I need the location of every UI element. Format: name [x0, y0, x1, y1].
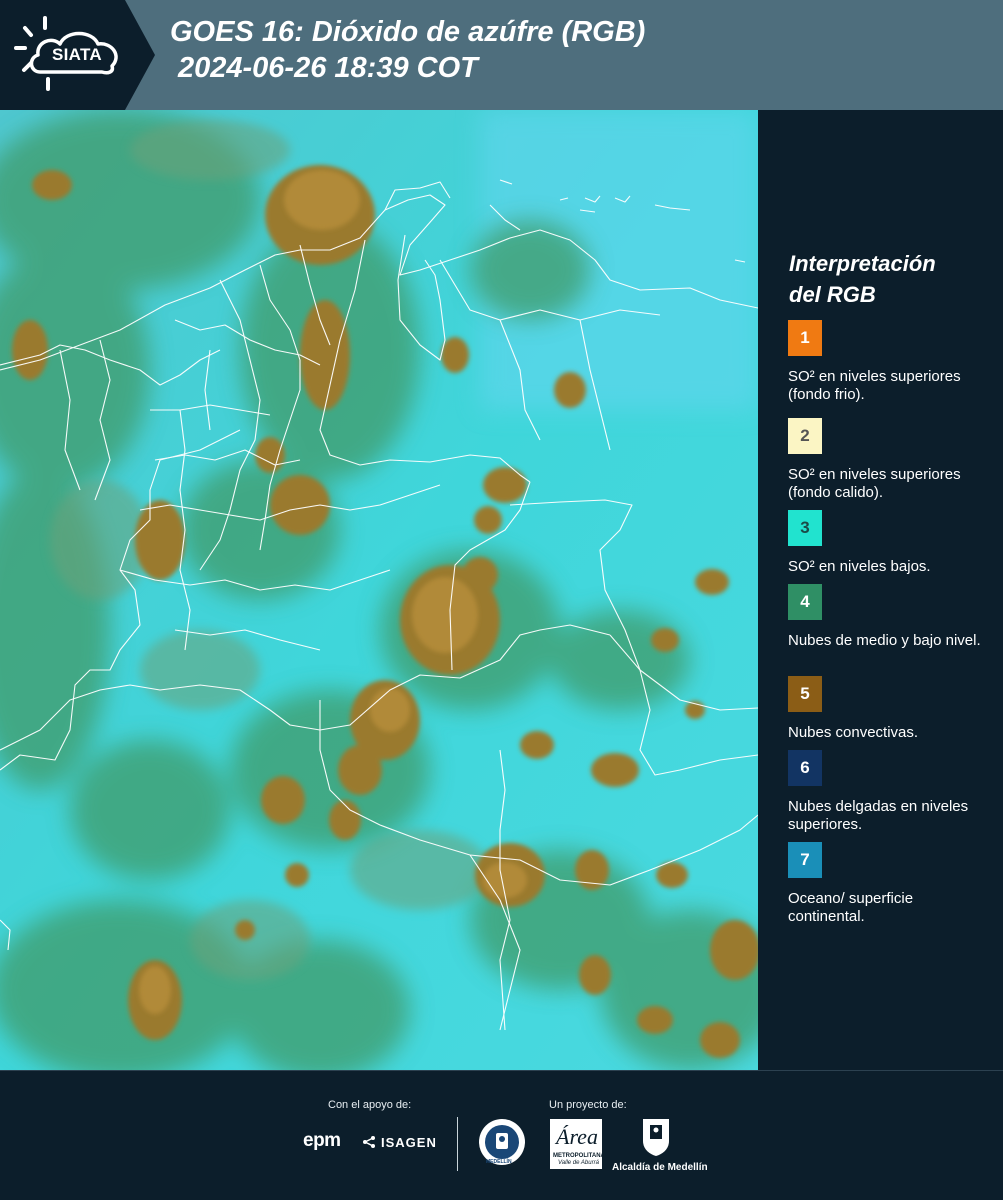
- legend-item: 1 SO² en niveles superiores (fondo frio)…: [788, 320, 988, 404]
- legend-item: 3 SO² en niveles bajos.: [788, 510, 988, 576]
- legend-item: 4 Nubes de medio y bajo nivel.: [788, 584, 988, 650]
- satellite-image: [0, 110, 758, 1070]
- legend-item-label: SO² en niveles bajos.: [788, 558, 931, 575]
- legend-swatch: 3: [788, 510, 822, 546]
- legend-item: 2 SO² en niveles superiores (fondo calid…: [788, 418, 988, 502]
- legend-item: 6 Nubes delgadas en niveles superiores.: [788, 750, 988, 834]
- isagen-icon: [360, 1133, 378, 1156]
- title-timestamp: 2024-06-26 18:39 COT: [178, 52, 478, 84]
- legend-item-label: SO² en niveles superiores (fondo calido)…: [788, 466, 961, 501]
- footer-divider: [457, 1117, 458, 1171]
- seal-text: MEDELLÍN: [486, 1159, 512, 1165]
- legend-swatch: 1: [788, 320, 822, 356]
- rgb-legend-panel: Interpretación del RGB 1 SO² en niveles …: [758, 110, 1003, 1070]
- isagen-logo: ISAGEN: [381, 1135, 437, 1150]
- siata-logo: SIATA: [0, 0, 155, 110]
- title-product: GOES 16: Dióxido de azúfre (RGB): [170, 16, 646, 48]
- epm-logo: epm: [303, 1130, 341, 1151]
- legend-swatch: 5: [788, 676, 822, 712]
- logo-text: SIATA: [52, 45, 102, 64]
- support-label: Con el apoyo de:: [328, 1099, 412, 1111]
- area-line1: METROPOLITANA: [553, 1153, 605, 1159]
- satellite-map: [0, 110, 758, 1070]
- legend-item: 5 Nubes convectivas.: [788, 676, 988, 742]
- legend-swatch: 6: [788, 750, 822, 786]
- legend-item: 7 Oceano/ superficie continental.: [788, 842, 988, 926]
- legend-item-label: Nubes delgadas en niveles superiores.: [788, 798, 969, 833]
- page-title: GOES 16: Dióxido de azúfre (RGB) 2024-06…: [170, 14, 645, 86]
- legend-item-label: Nubes de medio y bajo nivel.: [788, 632, 981, 649]
- header-bar: SIATA GOES 16: Dióxido de azúfre (RGB) 2…: [0, 0, 1003, 110]
- alcaldia-label: Alcaldía de Medellín: [612, 1162, 708, 1173]
- legend-item-label: Oceano/ superficie continental.: [788, 890, 914, 925]
- legend-swatch: 7: [788, 842, 822, 878]
- legend-item-label: SO² en niveles superiores (fondo frio).: [788, 368, 961, 403]
- area-script: Área: [556, 1124, 598, 1149]
- project-label: Un proyecto de:: [549, 1099, 627, 1111]
- legend-item-label: Nubes convectivas.: [788, 724, 919, 741]
- legend-swatch: 2: [788, 418, 822, 454]
- legend-title: Interpretación del RGB: [789, 248, 936, 310]
- area-line2: Valle de Aburrá: [558, 1160, 599, 1166]
- legend-swatch: 4: [788, 584, 822, 620]
- alcaldia-shield-icon: [641, 1117, 671, 1162]
- legend-title-line2: del RGB: [789, 282, 876, 307]
- footer-sponsors: Con el apoyo de: Un proyecto de: epm ISA…: [0, 1070, 1003, 1200]
- legend-title-line1: Interpretación: [789, 251, 936, 276]
